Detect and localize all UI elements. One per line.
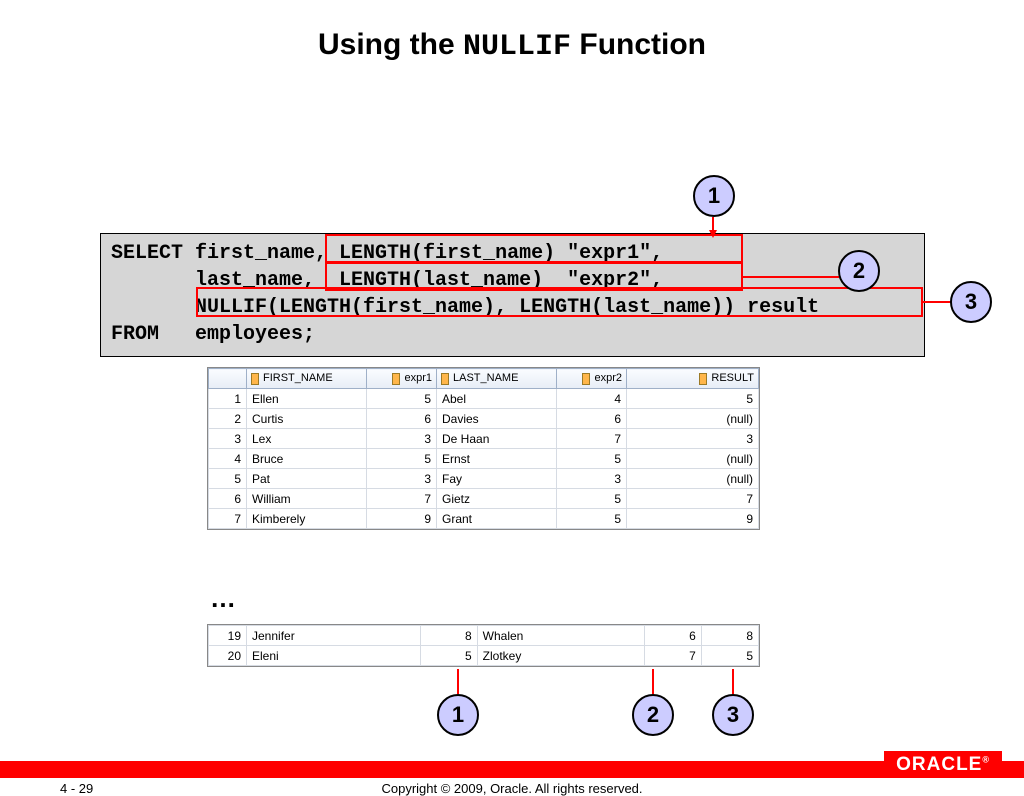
cell-expr2: 6 — [557, 409, 627, 429]
cell-first-name: William — [247, 489, 367, 509]
cell-result: 3 — [627, 429, 759, 449]
cell-last-name: Abel — [437, 389, 557, 409]
highlight-box-1 — [325, 234, 743, 264]
rows-ellipsis: … — [210, 583, 236, 614]
title-mono: NULLIF — [463, 30, 571, 64]
cell-expr2: 6 — [644, 626, 701, 646]
cell-expr2: 4 — [557, 389, 627, 409]
cell-result: (null) — [627, 469, 759, 489]
cell-rownum: 6 — [209, 489, 247, 509]
cell-rownum: 7 — [209, 509, 247, 529]
cell-first-name: Eleni — [247, 646, 421, 666]
col-result: RESULT — [627, 369, 759, 389]
column-icon — [699, 373, 707, 385]
footer-bar — [0, 761, 1024, 778]
cell-expr2: 5 — [557, 489, 627, 509]
cell-last-name: Davies — [437, 409, 557, 429]
slide-title: Using the NULLIF Function — [0, 28, 1024, 64]
cell-expr2: 7 — [557, 429, 627, 449]
highlight-box-3 — [196, 287, 923, 317]
callout-3-top: 3 — [950, 281, 992, 323]
table-row: 20Eleni5Zlotkey75 — [209, 646, 759, 666]
cell-first-name: Curtis — [247, 409, 367, 429]
cell-last-name: Grant — [437, 509, 557, 529]
cell-expr2: 3 — [557, 469, 627, 489]
cell-result: 5 — [701, 646, 758, 666]
cell-last-name: Whalen — [477, 626, 644, 646]
cell-expr1: 5 — [420, 646, 477, 666]
cell-rownum: 19 — [209, 626, 247, 646]
copyright-text: Copyright © 2009, Oracle. All rights res… — [0, 781, 1024, 796]
cell-expr2: 5 — [557, 449, 627, 469]
callout-3-bottom: 3 — [712, 694, 754, 736]
cell-last-name: Gietz — [437, 489, 557, 509]
cell-last-name: Zlotkey — [477, 646, 644, 666]
oracle-logo: ORACLE® — [884, 751, 1002, 777]
cell-rownum: 5 — [209, 469, 247, 489]
table-row: 3Lex3De Haan73 — [209, 429, 759, 449]
table-row: 19Jennifer8Whalen68 — [209, 626, 759, 646]
column-icon — [251, 373, 259, 385]
callout-2-top: 2 — [838, 250, 880, 292]
cell-expr2: 5 — [557, 509, 627, 529]
cell-rownum: 4 — [209, 449, 247, 469]
cell-result: 5 — [627, 389, 759, 409]
cell-expr1: 3 — [367, 469, 437, 489]
column-icon — [441, 373, 449, 385]
table-row: 2Curtis6Davies6(null) — [209, 409, 759, 429]
table-row: 4Bruce5Ernst5(null) — [209, 449, 759, 469]
cell-first-name: Pat — [247, 469, 367, 489]
cell-expr2: 7 — [644, 646, 701, 666]
cell-rownum: 2 — [209, 409, 247, 429]
cell-expr1: 9 — [367, 509, 437, 529]
col-last-name: LAST_NAME — [437, 369, 557, 389]
callout-1-bottom: 1 — [437, 694, 479, 736]
cell-result: 9 — [627, 509, 759, 529]
cell-first-name: Jennifer — [247, 626, 421, 646]
cell-rownum: 20 — [209, 646, 247, 666]
table-row: 7Kimberely9Grant59 — [209, 509, 759, 529]
cell-last-name: Fay — [437, 469, 557, 489]
result-grid-bottom: 19Jennifer8Whalen6820Eleni5Zlotkey75 — [207, 624, 760, 667]
cell-result: 7 — [627, 489, 759, 509]
cell-rownum: 1 — [209, 389, 247, 409]
cell-first-name: Ellen — [247, 389, 367, 409]
column-icon — [582, 373, 590, 385]
connector-3b — [732, 669, 734, 694]
cell-first-name: Kimberely — [247, 509, 367, 529]
title-post: Function — [571, 28, 706, 61]
connector-2 — [743, 276, 839, 278]
cell-first-name: Bruce — [247, 449, 367, 469]
cell-result: 8 — [701, 626, 758, 646]
table-row: 5Pat3Fay3(null) — [209, 469, 759, 489]
cell-expr1: 6 — [367, 409, 437, 429]
table-row: 1Ellen5Abel45 — [209, 389, 759, 409]
cell-result: (null) — [627, 409, 759, 429]
connector-1b — [457, 669, 459, 694]
cell-last-name: Ernst — [437, 449, 557, 469]
table-row: 6William7Gietz57 — [209, 489, 759, 509]
cell-expr1: 8 — [420, 626, 477, 646]
column-icon — [392, 373, 400, 385]
col-expr1: expr1 — [367, 369, 437, 389]
connector-3 — [923, 301, 951, 303]
cell-last-name: De Haan — [437, 429, 557, 449]
cell-result: (null) — [627, 449, 759, 469]
connector-2b — [652, 669, 654, 694]
cell-expr1: 5 — [367, 389, 437, 409]
col-first-name: FIRST_NAME — [247, 369, 367, 389]
cell-expr1: 5 — [367, 449, 437, 469]
callout-1-top: 1 — [693, 175, 735, 217]
callout-2-bottom: 2 — [632, 694, 674, 736]
grid-header-row: FIRST_NAME expr1 LAST_NAME expr2 RESULT — [209, 369, 759, 389]
cell-expr1: 3 — [367, 429, 437, 449]
cell-first-name: Lex — [247, 429, 367, 449]
result-grid-top: FIRST_NAME expr1 LAST_NAME expr2 RESULT … — [207, 367, 760, 530]
cell-expr1: 7 — [367, 489, 437, 509]
cell-rownum: 3 — [209, 429, 247, 449]
col-expr2: expr2 — [557, 369, 627, 389]
col-rownum — [209, 369, 247, 389]
title-pre: Using the — [318, 28, 463, 61]
